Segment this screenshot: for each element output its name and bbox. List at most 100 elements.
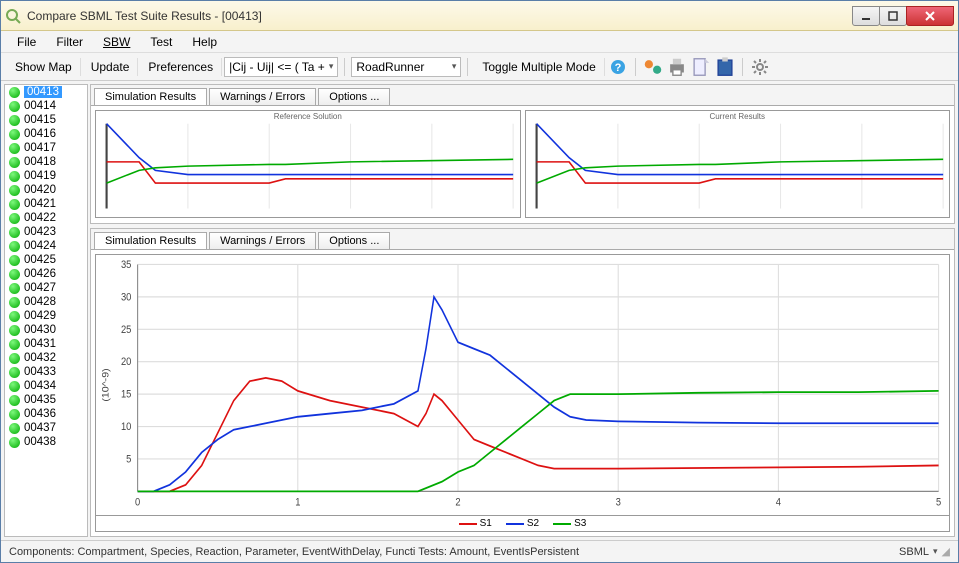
help-icon[interactable]: ? bbox=[607, 56, 629, 78]
status-dot-icon bbox=[9, 437, 20, 448]
tab-simulation-results-2[interactable]: Simulation Results bbox=[94, 232, 207, 249]
list-item-label: 00425 bbox=[24, 254, 56, 266]
list-item[interactable]: 00430 bbox=[5, 323, 87, 337]
list-item-label: 00427 bbox=[24, 282, 56, 294]
gear-icon[interactable] bbox=[749, 56, 771, 78]
list-item[interactable]: 00418 bbox=[5, 155, 87, 169]
list-item-label: 00414 bbox=[24, 100, 56, 112]
status-dot-icon bbox=[9, 227, 20, 238]
bottom-tabs: Simulation Results Warnings / Errors Opt… bbox=[91, 229, 954, 249]
toggle-multiple-button[interactable]: Toggle Multiple Mode bbox=[474, 58, 604, 76]
svg-text:10: 10 bbox=[121, 422, 132, 434]
minimize-button[interactable] bbox=[852, 6, 880, 26]
clipboard-icon[interactable] bbox=[714, 56, 736, 78]
update-button[interactable]: Update bbox=[83, 58, 139, 76]
list-item[interactable]: 00437 bbox=[5, 421, 87, 435]
sbw-icon[interactable] bbox=[642, 56, 664, 78]
list-item[interactable]: 00433 bbox=[5, 365, 87, 379]
legend-label: S1 bbox=[480, 518, 492, 529]
status-dot-icon bbox=[9, 339, 20, 350]
list-item-label: 00428 bbox=[24, 296, 56, 308]
tab-warnings-errors[interactable]: Warnings / Errors bbox=[209, 88, 316, 105]
tab-simulation-results[interactable]: Simulation Results bbox=[94, 88, 207, 105]
close-button[interactable] bbox=[906, 6, 954, 26]
tab-warnings-errors-2[interactable]: Warnings / Errors bbox=[209, 232, 316, 249]
window-title: Compare SBML Test Suite Results - [00413… bbox=[27, 9, 853, 23]
simulator-dropdown[interactable]: RoadRunner▾ bbox=[351, 57, 461, 77]
show-map-button[interactable]: Show Map bbox=[7, 58, 81, 76]
list-item[interactable]: 00438 bbox=[5, 435, 87, 449]
status-dot-icon bbox=[9, 297, 20, 308]
svg-text:?: ? bbox=[614, 62, 621, 74]
status-dot-icon bbox=[9, 199, 20, 210]
menu-sbw[interactable]: SBW bbox=[95, 33, 138, 51]
maximize-button[interactable] bbox=[879, 6, 907, 26]
app-icon bbox=[5, 8, 21, 24]
list-item-label: 00417 bbox=[24, 142, 56, 154]
list-item[interactable]: 00428 bbox=[5, 295, 87, 309]
menu-test[interactable]: Test bbox=[142, 33, 180, 51]
list-item[interactable]: 00434 bbox=[5, 379, 87, 393]
list-item[interactable]: 00413 bbox=[5, 85, 87, 99]
menu-file[interactable]: File bbox=[9, 33, 44, 51]
main-chart: 0123455101520253035(10^-9) bbox=[95, 254, 950, 516]
status-dot-icon bbox=[9, 367, 20, 378]
svg-text:4: 4 bbox=[776, 497, 782, 509]
doc-icon[interactable] bbox=[690, 56, 712, 78]
menu-filter[interactable]: Filter bbox=[48, 33, 91, 51]
list-item[interactable]: 00431 bbox=[5, 337, 87, 351]
status-dot-icon bbox=[9, 101, 20, 112]
list-item[interactable]: 00435 bbox=[5, 393, 87, 407]
resize-grip-icon[interactable]: ◢ bbox=[942, 545, 950, 558]
list-item[interactable]: 00425 bbox=[5, 253, 87, 267]
list-item[interactable]: 00436 bbox=[5, 407, 87, 421]
list-item[interactable]: 00426 bbox=[5, 267, 87, 281]
preferences-button[interactable]: Preferences bbox=[140, 58, 222, 76]
tab-options[interactable]: Options ... bbox=[318, 88, 390, 105]
formula-dropdown[interactable]: |Cij - Uij| <= ( Ta + ▾ bbox=[224, 57, 338, 77]
test-list[interactable]: 00413004140041500416004170041800419 00420… bbox=[4, 84, 88, 537]
list-item[interactable]: 00422 bbox=[5, 211, 87, 225]
list-item-label: 00423 bbox=[24, 226, 56, 238]
list-item-label: 00434 bbox=[24, 380, 56, 392]
list-item[interactable]: 00415 bbox=[5, 113, 87, 127]
list-item[interactable]: 00432 bbox=[5, 351, 87, 365]
svg-text:5: 5 bbox=[936, 497, 942, 509]
list-item-label: 00419 bbox=[24, 170, 56, 182]
list-item-label: 00420 bbox=[24, 184, 56, 196]
list-item[interactable]: 00427 bbox=[5, 281, 87, 295]
list-item[interactable]: 00419 bbox=[5, 169, 87, 183]
list-item[interactable]: 00429 bbox=[5, 309, 87, 323]
status-dot-icon bbox=[9, 409, 20, 420]
separator bbox=[635, 58, 636, 76]
svg-text:5: 5 bbox=[126, 454, 132, 466]
status-dot-icon bbox=[9, 395, 20, 406]
svg-text:3: 3 bbox=[616, 497, 622, 509]
svg-text:35: 35 bbox=[121, 260, 132, 272]
menu-help[interactable]: Help bbox=[184, 33, 225, 51]
chevron-down-icon: ▾ bbox=[329, 61, 334, 72]
formula-dropdown-label: |Cij - Uij| <= ( Ta + bbox=[229, 60, 325, 74]
separator bbox=[344, 58, 345, 76]
list-item[interactable]: 00417 bbox=[5, 141, 87, 155]
window-buttons bbox=[853, 6, 954, 26]
list-item[interactable]: 00421 bbox=[5, 197, 87, 211]
chevron-down-icon[interactable]: ▾ bbox=[933, 546, 938, 557]
status-dot-icon bbox=[9, 143, 20, 154]
print-icon[interactable] bbox=[666, 56, 688, 78]
menubar: File Filter SBW Test Help bbox=[1, 31, 958, 53]
svg-text:1: 1 bbox=[295, 497, 301, 509]
list-item[interactable]: 00424 bbox=[5, 239, 87, 253]
content-area: Simulation Results Warnings / Errors Opt… bbox=[90, 84, 955, 537]
status-dot-icon bbox=[9, 185, 20, 196]
tab-options-2[interactable]: Options ... bbox=[318, 232, 390, 249]
list-item[interactable]: 00414 bbox=[5, 99, 87, 113]
svg-text:15: 15 bbox=[121, 389, 132, 401]
list-item[interactable]: 00420 bbox=[5, 183, 87, 197]
list-item[interactable]: 00416 bbox=[5, 127, 87, 141]
legend-label: S3 bbox=[574, 518, 586, 529]
current-chart-title: Current Results bbox=[526, 112, 950, 121]
list-item[interactable]: 00423 bbox=[5, 225, 87, 239]
legend-swatch bbox=[553, 523, 571, 525]
list-item-label: 00422 bbox=[24, 212, 56, 224]
